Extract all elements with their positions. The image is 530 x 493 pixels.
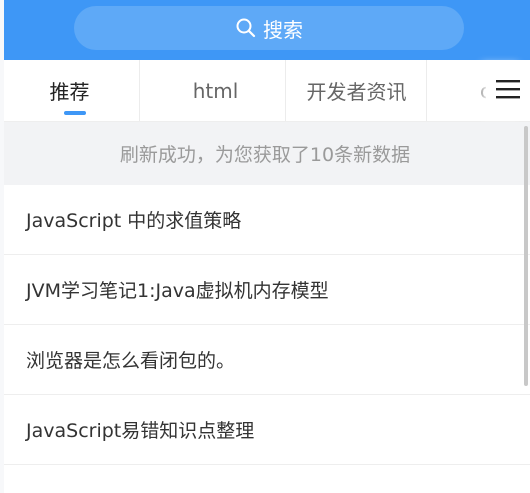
tab-recommend[interactable]: 推荐 (0, 60, 140, 121)
list-item[interactable]: JavaScript 中的求值策略 (0, 185, 530, 255)
search-icon (235, 17, 257, 39)
menu-button[interactable] (486, 60, 530, 121)
refresh-success-banner: 刷新成功，为您获取了10条新数据 (0, 122, 530, 185)
tab-label: 开发者资讯 (306, 80, 407, 104)
article-title: JVM学习笔记1:Java虚拟机内存模型 (26, 280, 329, 302)
tab-label: html (192, 78, 239, 103)
app-root: 搜索 推荐 html 开发者资讯 c 刷新成功，为您获取了10条新数据 (0, 0, 530, 493)
article-title: JavaScript易错知识点整理 (26, 420, 255, 442)
article-title: 浏览器是怎么看闭包的。 (26, 350, 236, 372)
refresh-banner-text: 刷新成功，为您获取了10条新数据 (119, 144, 411, 166)
tab-developer-news[interactable]: 开发者资讯 (287, 60, 427, 121)
search-label: 搜索 (263, 17, 303, 42)
search-button[interactable]: 搜索 (74, 6, 464, 50)
article-title: JavaScript 中的求值策略 (26, 210, 242, 232)
header-bar: 搜索 (0, 0, 530, 60)
tab-label: 推荐 (49, 80, 90, 104)
article-list: JavaScript 中的求值策略 JVM学习笔记1:Java虚拟机内存模型 浏… (0, 185, 530, 465)
list-item[interactable]: 浏览器是怎么看闭包的。 (0, 325, 530, 395)
category-tabs: 推荐 html 开发者资讯 c (0, 60, 530, 122)
scrollbar[interactable] (524, 126, 528, 386)
active-tab-indicator (64, 111, 86, 115)
left-border (0, 0, 4, 493)
list-item[interactable]: JavaScript易错知识点整理 (0, 395, 530, 465)
hamburger-menu-icon (496, 78, 520, 104)
tab-html[interactable]: html (146, 60, 286, 121)
list-item[interactable]: JVM学习笔记1:Java虚拟机内存模型 (0, 255, 530, 325)
